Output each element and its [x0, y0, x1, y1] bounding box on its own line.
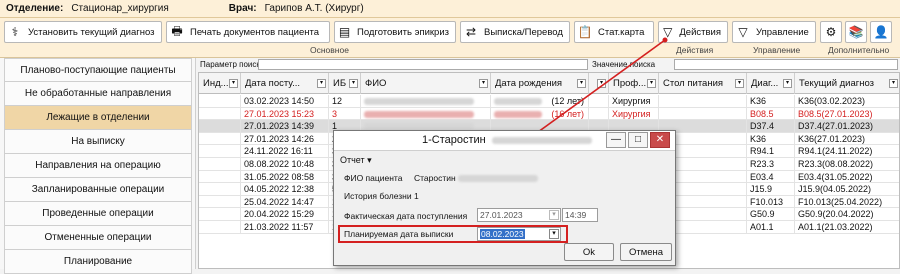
- ok-button[interactable]: Ok: [564, 243, 614, 261]
- calendar-dropdown-icon: ▾: [549, 210, 559, 220]
- dialog-titlebar: 1-Старостин — □ ✕: [334, 131, 675, 151]
- admission-date-field: 27.01.2023 ▾: [477, 208, 561, 222]
- arrow-line: [526, 39, 666, 141]
- admission-date-label: Фактическая дата поступления: [344, 211, 468, 221]
- redacted-fio: [458, 175, 538, 182]
- minimize-button[interactable]: —: [606, 132, 626, 148]
- discharge-dialog: 1-Старостин — □ ✕ Отчет ▾ ФИО пациента С…: [333, 130, 676, 266]
- close-button[interactable]: ✕: [650, 132, 670, 148]
- arrow-origin: [662, 37, 668, 43]
- report-menu[interactable]: Отчет ▾: [340, 155, 372, 166]
- maximize-button[interactable]: □: [628, 132, 648, 148]
- calendar-dropdown-icon[interactable]: ▾: [549, 229, 559, 239]
- redacted-name: [492, 137, 592, 144]
- admission-time-field: 14:39: [562, 208, 598, 222]
- cancel-button[interactable]: Отмена: [620, 243, 672, 261]
- history-label: История болезни: [344, 191, 412, 201]
- fio-value: Старостин: [414, 173, 456, 183]
- dialog-title: 1-Старостин: [422, 134, 486, 146]
- planned-discharge-date-input[interactable]: 08.02.2023 ▾: [477, 227, 561, 241]
- fio-label: ФИО пациента: [344, 173, 403, 183]
- history-value: 1: [414, 191, 419, 201]
- planned-discharge-label: Планируемая дата выписки: [344, 229, 454, 239]
